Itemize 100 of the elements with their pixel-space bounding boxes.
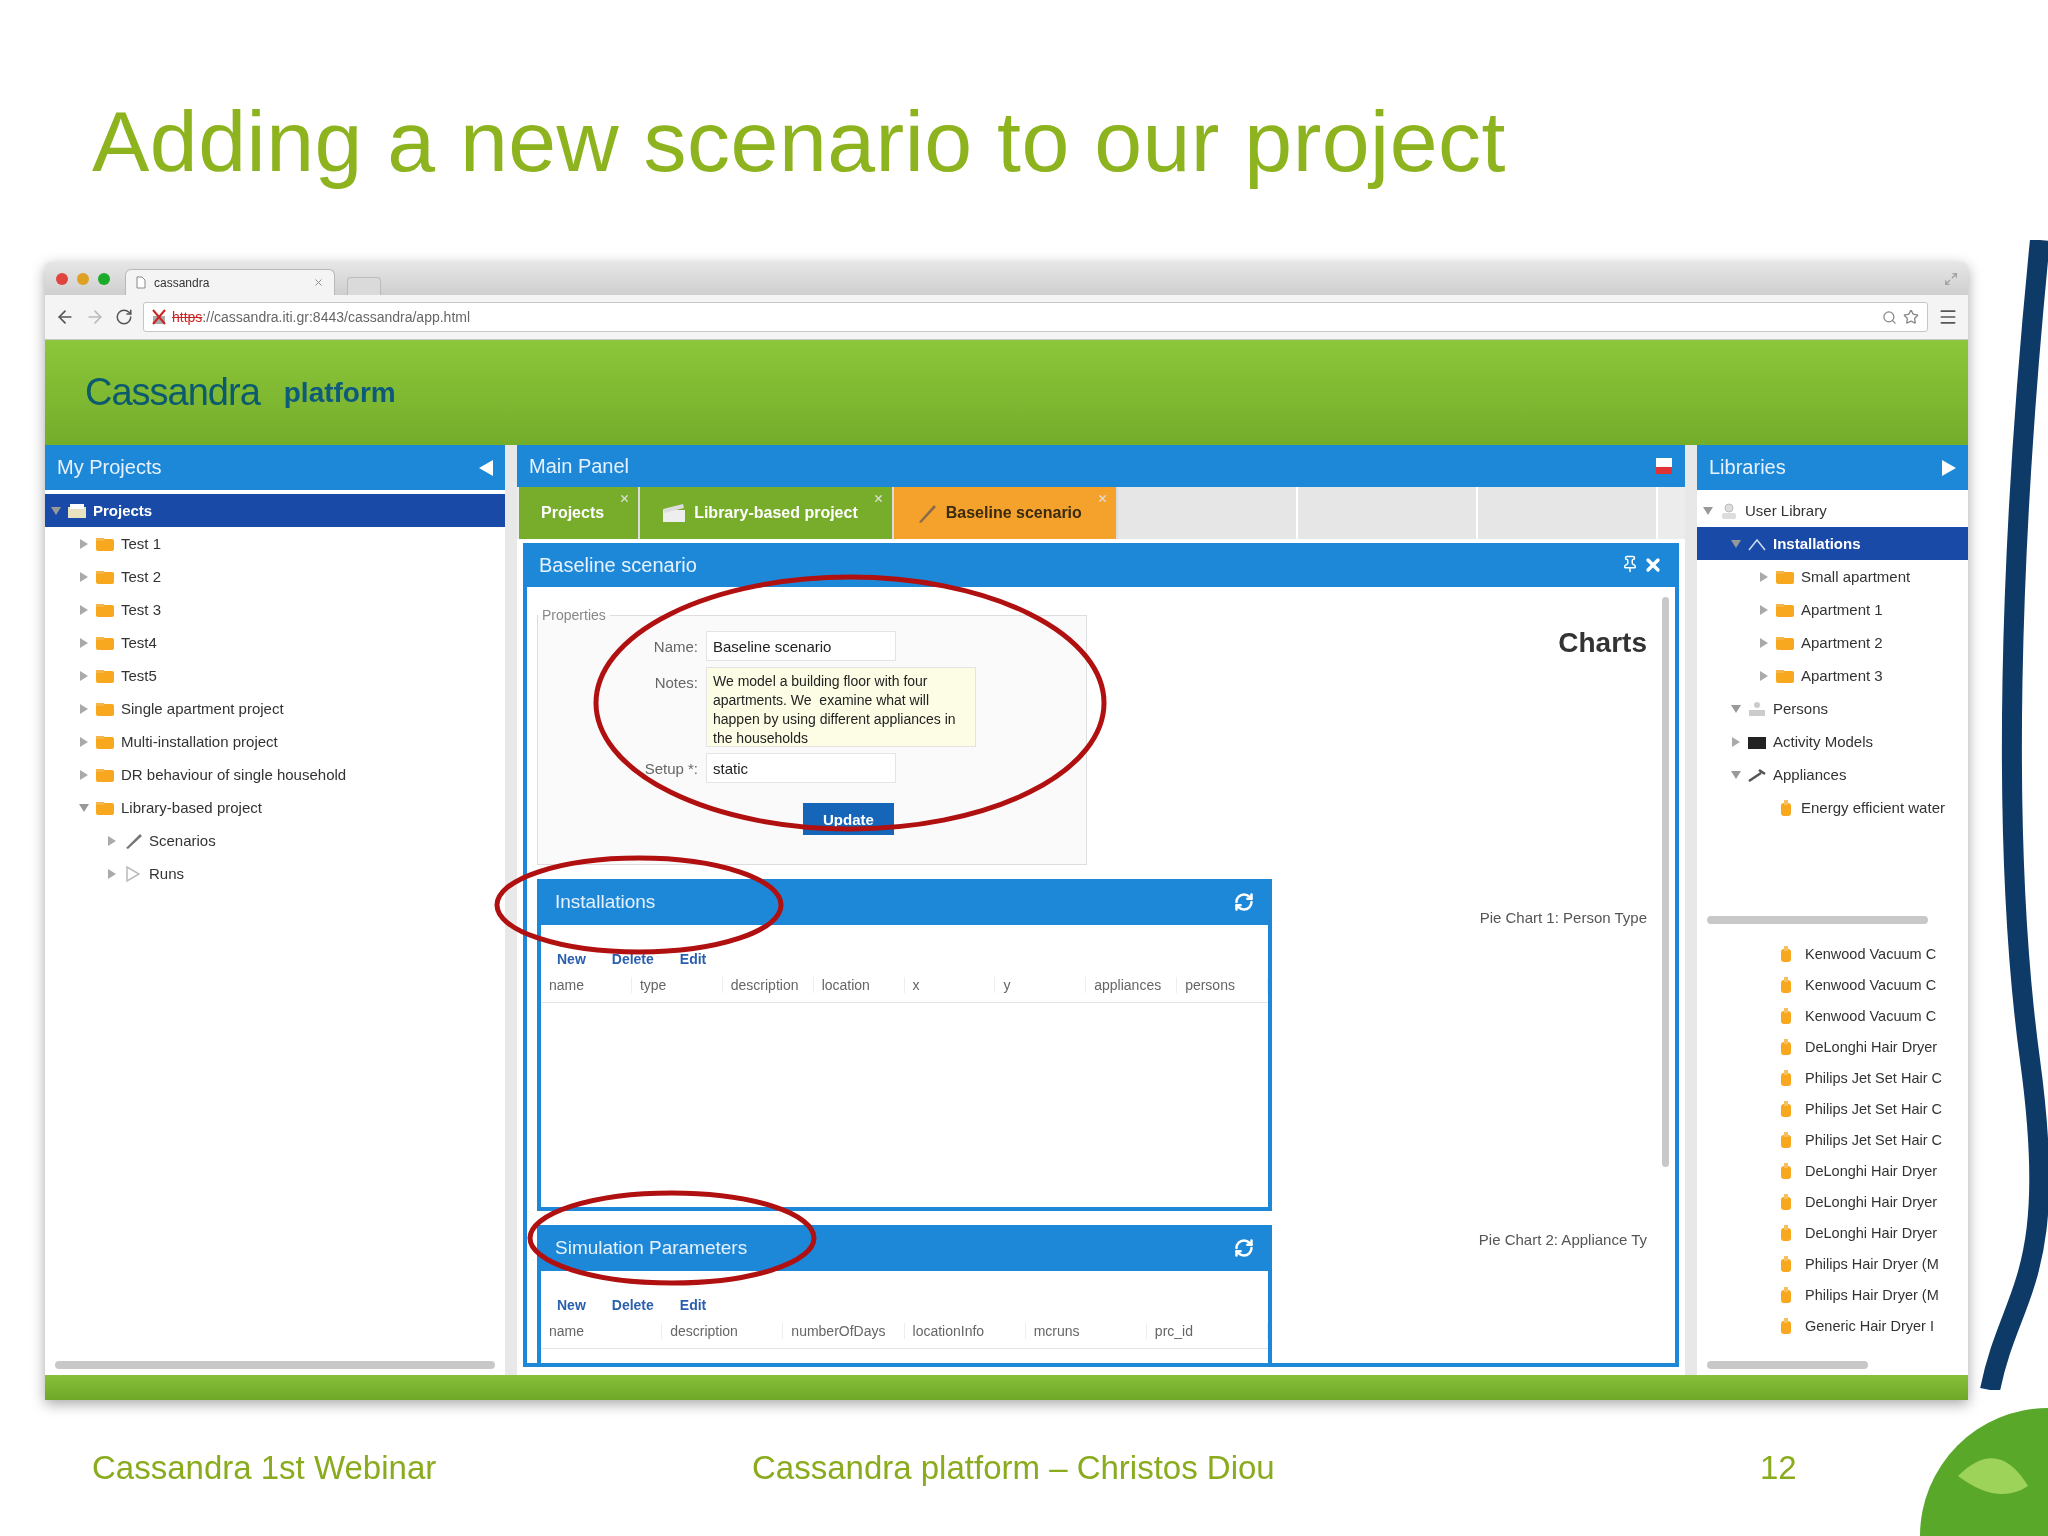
tree-item[interactable]: Test5 bbox=[45, 659, 505, 692]
collapsed-arrow-icon[interactable] bbox=[79, 736, 89, 747]
column-header[interactable]: type bbox=[631, 976, 723, 993]
column-header[interactable]: appliances bbox=[1086, 976, 1178, 993]
expanded-arrow-icon[interactable] bbox=[1703, 505, 1713, 516]
scrollbar[interactable] bbox=[55, 1361, 495, 1369]
column-header[interactable]: locationInfo bbox=[904, 1322, 1026, 1339]
tree-item[interactable]: Test 2 bbox=[45, 560, 505, 593]
collapsed-arrow-icon[interactable] bbox=[1759, 670, 1769, 681]
expanded-arrow-icon[interactable] bbox=[1731, 538, 1741, 549]
scrollbar[interactable] bbox=[1662, 597, 1669, 1167]
expanded-arrow-icon[interactable] bbox=[1731, 769, 1741, 780]
close-icon[interactable] bbox=[619, 493, 631, 504]
list-item[interactable]: Philips Hair Dryer (M bbox=[1697, 1248, 1968, 1279]
tree-item[interactable]: Small apartment bbox=[1697, 560, 1968, 593]
notes-field[interactable]: We model a building floor with four apartments. We examine what will happen by using different appliances in the households bbox=[706, 667, 976, 747]
tree-item[interactable]: Library-based project bbox=[45, 791, 505, 824]
collapsed-arrow-icon[interactable] bbox=[79, 769, 89, 780]
address-bar[interactable]: https://cassandra.iti.gr:8443/cassandra/app.html bbox=[143, 302, 1928, 332]
collapsed-arrow-icon[interactable] bbox=[1759, 637, 1769, 648]
list-item[interactable]: Generic Hair Dryer I bbox=[1697, 1310, 1968, 1341]
tree-item[interactable]: Energy efficient water bbox=[1697, 791, 1968, 824]
column-header[interactable]: description bbox=[722, 976, 814, 993]
collapsed-arrow-icon[interactable] bbox=[107, 868, 117, 879]
tab[interactable]: Baseline scenario bbox=[893, 487, 1118, 539]
flag-icon[interactable] bbox=[1655, 457, 1673, 475]
action-link[interactable]: New bbox=[557, 1297, 586, 1313]
close-icon[interactable] bbox=[872, 493, 884, 504]
scrollbar[interactable] bbox=[1707, 916, 1928, 924]
collapsed-arrow-icon[interactable] bbox=[79, 670, 89, 681]
list-item[interactable]: Philips Jet Set Hair C bbox=[1697, 1093, 1968, 1124]
list-item[interactable]: DeLonghi Hair Dryer bbox=[1697, 1155, 1968, 1186]
action-link[interactable]: Delete bbox=[611, 951, 654, 967]
tree-item[interactable]: Test 1 bbox=[45, 527, 505, 560]
column-header[interactable]: prc_id bbox=[1146, 1322, 1269, 1339]
column-header[interactable]: description bbox=[662, 1322, 784, 1339]
list-item[interactable]: Philips Hair Dryer (M bbox=[1697, 1279, 1968, 1310]
tree-item[interactable]: Apartment 2 bbox=[1697, 626, 1968, 659]
collapsed-arrow-icon[interactable] bbox=[79, 637, 89, 648]
pin-icon[interactable] bbox=[1621, 555, 1639, 573]
list-item[interactable]: DeLonghi Hair Dryer bbox=[1697, 1217, 1968, 1248]
tree-item[interactable]: DR behaviour of single household bbox=[45, 758, 505, 791]
column-header[interactable]: y bbox=[995, 976, 1087, 993]
menu-icon[interactable] bbox=[1938, 307, 1958, 327]
zoom-icon[interactable] bbox=[1882, 309, 1897, 325]
reload-icon[interactable] bbox=[115, 308, 133, 326]
new-tab-button[interactable] bbox=[347, 277, 381, 295]
expanded-arrow-icon[interactable] bbox=[79, 802, 89, 813]
text-field[interactable]: Baseline scenario bbox=[706, 631, 896, 661]
collapsed-arrow-icon[interactable] bbox=[1759, 604, 1769, 615]
collapsed-arrow-icon[interactable] bbox=[1731, 736, 1741, 747]
tree-item[interactable]: Single apartment project bbox=[45, 692, 505, 725]
column-header[interactable]: numberOfDays bbox=[783, 1322, 905, 1339]
expanded-arrow-icon[interactable] bbox=[51, 505, 61, 516]
tree-item[interactable]: Activity Models bbox=[1697, 725, 1968, 758]
tree-item[interactable]: Appliances bbox=[1697, 758, 1968, 791]
window-controls-icon[interactable] bbox=[55, 271, 113, 286]
list-item[interactable]: Kenwood Vacuum C bbox=[1697, 1000, 1968, 1031]
column-header[interactable]: name bbox=[541, 1322, 663, 1339]
tree-item[interactable]: Runs bbox=[45, 857, 505, 890]
tree-item[interactable]: User Library bbox=[1697, 494, 1968, 527]
tree-item[interactable]: Scenarios bbox=[45, 824, 505, 857]
list-item[interactable]: Kenwood Vacuum C bbox=[1697, 969, 1968, 1000]
bookmark-star-icon[interactable] bbox=[1903, 309, 1919, 325]
close-icon[interactable] bbox=[1643, 555, 1663, 575]
column-header[interactable]: mcruns bbox=[1025, 1322, 1147, 1339]
collapsed-arrow-icon[interactable] bbox=[107, 835, 117, 846]
text-field[interactable]: static bbox=[706, 753, 896, 783]
collapsed-arrow-icon[interactable] bbox=[79, 703, 89, 714]
tree-item[interactable]: Test 3 bbox=[45, 593, 505, 626]
browser-tab[interactable]: cassandra bbox=[125, 269, 335, 295]
refresh-icon[interactable] bbox=[1234, 1238, 1254, 1258]
tree-item[interactable]: Projects bbox=[45, 494, 505, 527]
collapsed-arrow-icon[interactable] bbox=[79, 571, 89, 582]
action-link[interactable]: New bbox=[557, 951, 586, 967]
list-item[interactable]: DeLonghi Hair Dryer bbox=[1697, 1031, 1968, 1062]
tree-item[interactable]: Persons bbox=[1697, 692, 1968, 725]
collapsed-arrow-icon[interactable] bbox=[79, 538, 89, 549]
list-item[interactable]: DeLonghi Hair Dryer bbox=[1697, 1186, 1968, 1217]
expand-right-icon[interactable] bbox=[1942, 459, 1956, 476]
fullscreen-icon[interactable] bbox=[1944, 271, 1958, 286]
action-link[interactable]: Edit bbox=[679, 1297, 707, 1313]
tree-item[interactable]: Installations bbox=[1697, 527, 1968, 560]
tree-item[interactable]: Test4 bbox=[45, 626, 505, 659]
close-icon[interactable] bbox=[313, 277, 324, 288]
list-item[interactable]: Philips Jet Set Hair C bbox=[1697, 1124, 1968, 1155]
collapse-left-icon[interactable] bbox=[479, 459, 493, 476]
column-header[interactable]: x bbox=[904, 976, 996, 993]
list-item[interactable]: Philips Jet Set Hair C bbox=[1697, 1062, 1968, 1093]
tree-item[interactable]: Apartment 3 bbox=[1697, 659, 1968, 692]
tree-item[interactable]: Apartment 1 bbox=[1697, 593, 1968, 626]
column-header[interactable]: location bbox=[813, 976, 905, 993]
action-link[interactable]: Delete bbox=[611, 1297, 654, 1313]
list-item[interactable]: Kenwood Vacuum C bbox=[1697, 938, 1968, 969]
scrollbar[interactable] bbox=[1707, 1361, 1868, 1369]
collapsed-arrow-icon[interactable] bbox=[1759, 571, 1769, 582]
column-header[interactable]: name bbox=[541, 976, 632, 993]
refresh-icon[interactable] bbox=[1234, 892, 1254, 912]
close-icon[interactable] bbox=[1096, 493, 1108, 504]
expanded-arrow-icon[interactable] bbox=[1731, 703, 1741, 714]
